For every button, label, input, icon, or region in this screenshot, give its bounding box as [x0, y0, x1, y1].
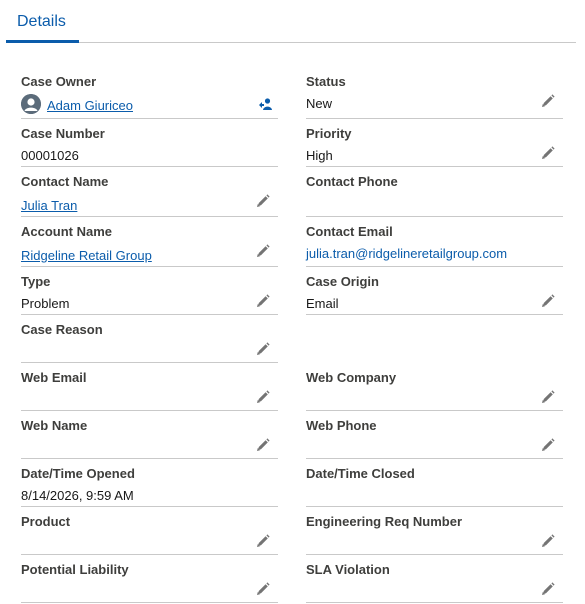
case-reason-label: Case Reason — [21, 322, 103, 337]
change-owner-icon[interactable] — [258, 96, 274, 112]
field-account-name: Account Name Ridgeline Retail Group — [21, 224, 278, 267]
tab-bar: Details — [6, 0, 576, 43]
case-origin-label: Case Origin — [306, 274, 379, 289]
field-priority: Priority High — [306, 126, 563, 167]
edit-priority-pencil-icon[interactable] — [541, 146, 555, 160]
field-sla-violation: SLA Violation — [306, 562, 563, 603]
edit-product-pencil-icon[interactable] — [256, 534, 270, 548]
field-case-origin: Case Origin Email — [306, 274, 563, 315]
priority-value: High — [306, 148, 333, 163]
field-engineering-req-number: Engineering Req Number — [306, 514, 563, 555]
contact-name-label: Contact Name — [21, 174, 109, 189]
edit-potential-liability-pencil-icon[interactable] — [256, 582, 270, 596]
edit-web-company-pencil-icon[interactable] — [541, 390, 555, 404]
case-origin-value: Email — [306, 296, 339, 311]
web-phone-label: Web Phone — [306, 418, 377, 433]
date-opened-label: Date/Time Opened — [21, 466, 135, 481]
edit-sla-violation-pencil-icon[interactable] — [541, 582, 555, 596]
web-company-label: Web Company — [306, 370, 397, 385]
case-owner-label: Case Owner — [21, 74, 97, 89]
case-owner-row: Adam Giuriceo — [21, 94, 278, 114]
case-number-value: 00001026 — [21, 148, 79, 163]
field-potential-liability: Potential Liability — [21, 562, 278, 603]
field-date-opened: Date/Time Opened 8/14/2026, 9:59 AM — [21, 466, 278, 507]
field-web-email: Web Email — [21, 370, 278, 411]
field-web-company: Web Company — [306, 370, 563, 411]
contact-email-label: Contact Email — [306, 224, 393, 239]
priority-label: Priority — [306, 126, 352, 141]
tab-details[interactable]: Details — [6, 0, 79, 43]
field-web-phone: Web Phone — [306, 418, 563, 459]
field-case-owner: Case Owner Adam Giuriceo — [21, 74, 278, 119]
status-value: New — [306, 96, 333, 111]
edit-web-name-pencil-icon[interactable] — [256, 438, 270, 452]
date-closed-label: Date/Time Closed — [306, 466, 415, 481]
contact-phone-label: Contact Phone — [306, 174, 398, 189]
contact-email-link[interactable]: julia.tran@ridgelineretailgroup.com — [306, 246, 507, 261]
type-value: Problem — [21, 296, 70, 311]
date-opened-value: 8/14/2026, 9:59 AM — [21, 488, 134, 503]
account-name-label: Account Name — [21, 224, 113, 239]
case-number-label: Case Number — [21, 126, 105, 141]
field-date-closed: Date/Time Closed — [306, 466, 563, 507]
edit-contact-name-pencil-icon[interactable] — [256, 194, 270, 208]
edit-web-email-pencil-icon[interactable] — [256, 390, 270, 404]
field-case-number: Case Number 00001026 — [21, 126, 278, 167]
field-web-name: Web Name — [21, 418, 278, 459]
field-type: Type Problem — [21, 274, 278, 315]
field-status: Status New — [306, 74, 563, 119]
web-name-label: Web Name — [21, 418, 88, 433]
product-label: Product — [21, 514, 71, 529]
field-case-reason: Case Reason — [21, 322, 278, 363]
edit-engineering-req-number-pencil-icon[interactable] — [541, 534, 555, 548]
case-owner-link[interactable]: Adam Giuriceo — [47, 98, 133, 113]
edit-account-name-pencil-icon[interactable] — [256, 244, 270, 258]
account-name-link[interactable]: Ridgeline Retail Group — [21, 248, 152, 263]
edit-type-pencil-icon[interactable] — [256, 294, 270, 308]
field-contact-phone: Contact Phone — [306, 174, 563, 217]
edit-case-origin-pencil-icon[interactable] — [541, 294, 555, 308]
contact-name-link[interactable]: Julia Tran — [21, 198, 77, 213]
edit-case-reason-pencil-icon[interactable] — [256, 342, 270, 356]
edit-web-phone-pencil-icon[interactable] — [541, 438, 555, 452]
web-email-label: Web Email — [21, 370, 87, 385]
user-avatar-icon — [21, 94, 41, 114]
tab-details-label: Details — [17, 13, 66, 30]
edit-status-pencil-icon[interactable] — [541, 94, 555, 108]
type-label: Type — [21, 274, 51, 289]
status-label: Status — [306, 74, 346, 89]
engineering-req-number-label: Engineering Req Number — [306, 514, 463, 529]
field-product: Product — [21, 514, 278, 555]
sla-violation-label: SLA Violation — [306, 562, 390, 577]
field-contact-email: Contact Email julia.tran@ridgelineretail… — [306, 224, 563, 267]
potential-liability-label: Potential Liability — [21, 562, 129, 577]
field-contact-name: Contact Name Julia Tran — [21, 174, 278, 217]
